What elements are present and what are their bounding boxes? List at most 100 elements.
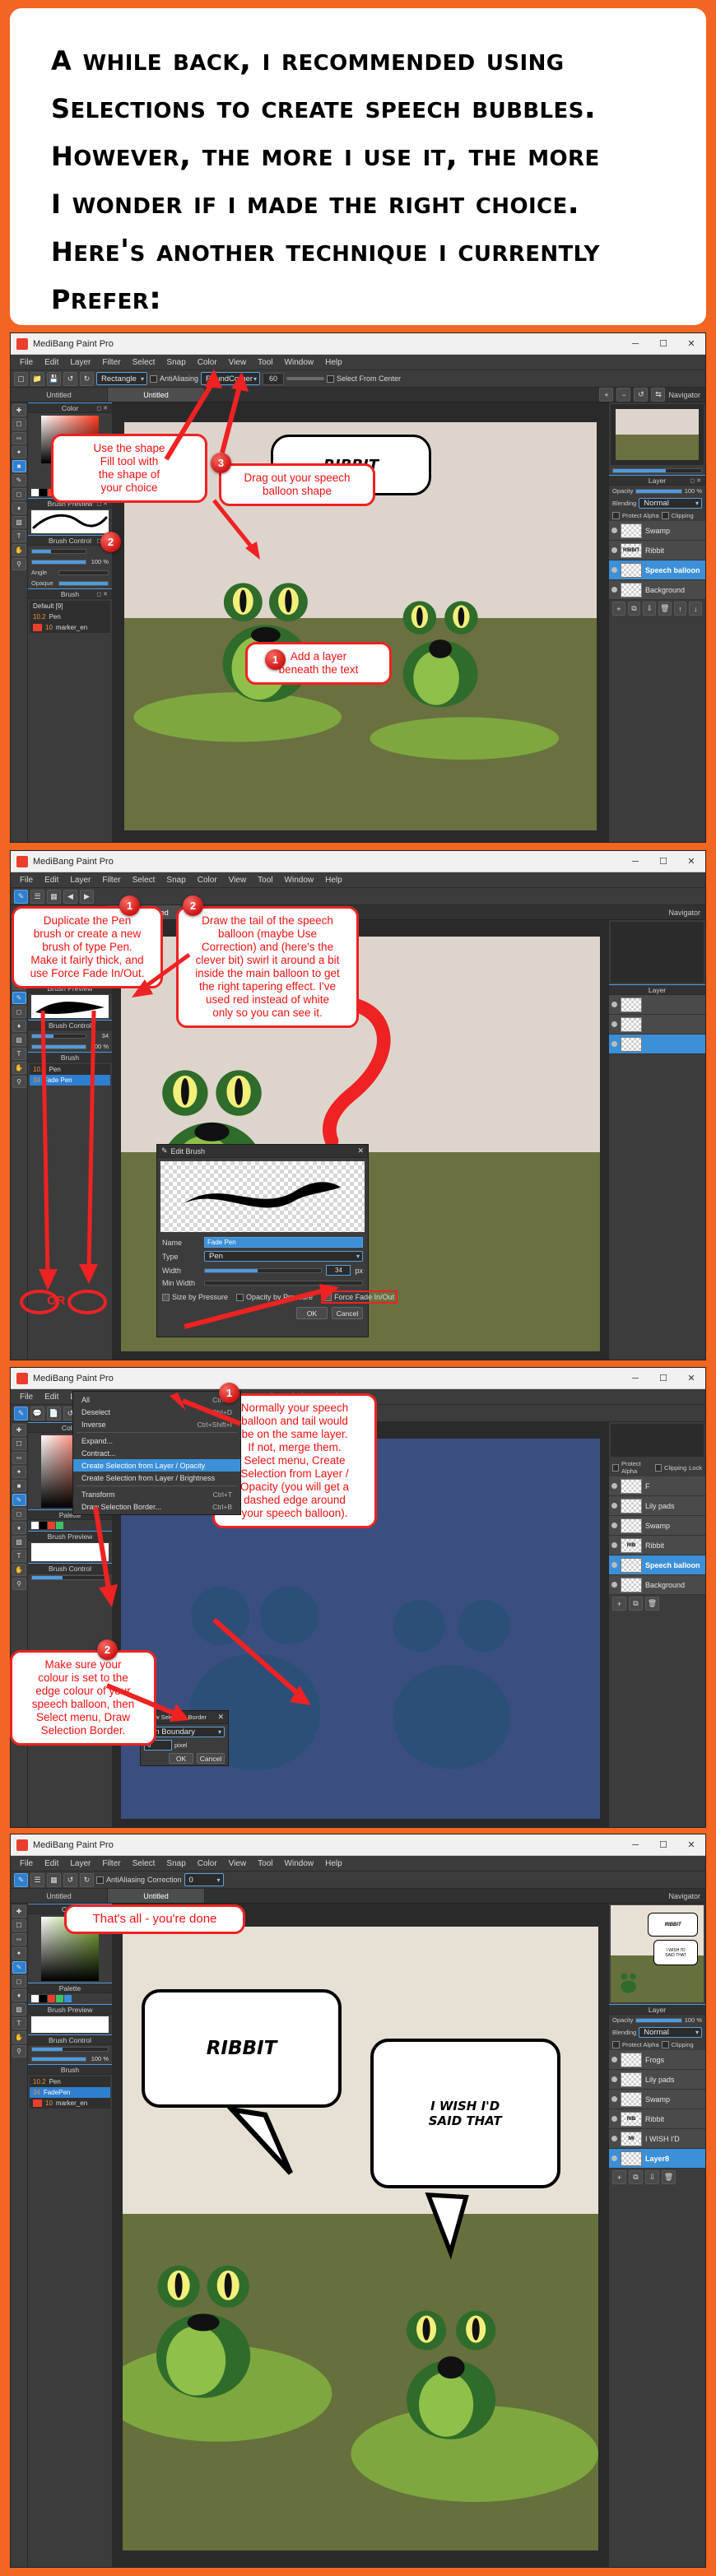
visibility-icon[interactable] (611, 1021, 617, 1027)
undo-icon[interactable]: ↺ (63, 1872, 77, 1887)
layer-row-lily-pads[interactable]: Lily pads (609, 2070, 705, 2090)
eraser-tool-icon[interactable]: ◻ (12, 1006, 26, 1018)
layer-row-swamp[interactable]: Swamp (609, 521, 705, 541)
undo-icon[interactable]: ↺ (63, 371, 77, 386)
menu-item-expand[interactable]: Expand... (73, 1434, 240, 1447)
visibility-icon[interactable] (611, 2076, 617, 2082)
wand-tool-icon[interactable]: ✦ (12, 1947, 26, 1960)
layer-row-layer8[interactable]: Layer8 (609, 2149, 705, 2169)
gradient-tool-icon[interactable]: ▧ (12, 1034, 26, 1046)
opaque-slider[interactable] (58, 580, 109, 586)
visibility-icon[interactable] (611, 1002, 617, 1007)
eyedropper-tool-icon[interactable]: ⚲ (12, 1076, 26, 1088)
brush-item-marker[interactable]: 10 marker_en (30, 2098, 110, 2109)
duplicate-layer-icon[interactable]: ⧉ (627, 602, 641, 616)
maximize-button[interactable]: ☐ (649, 1834, 677, 1856)
blending-select[interactable]: Normal (639, 498, 702, 509)
layer-row[interactable]: F (609, 1476, 705, 1496)
width-value[interactable]: 34 (326, 1265, 351, 1276)
protect-alpha-checkbox[interactable] (612, 512, 620, 519)
add-layer-icon[interactable]: + (612, 1597, 626, 1611)
visibility-icon[interactable] (611, 547, 617, 553)
close-button[interactable]: ✕ (677, 1368, 705, 1389)
lasso-tool-icon[interactable]: ∾ (12, 432, 26, 444)
layer-row-ribbit[interactable]: RIBBIT Ribbit (609, 541, 705, 560)
menu-color[interactable]: Color (192, 1858, 223, 1870)
swatch[interactable] (48, 1995, 55, 2002)
delete-layer-icon[interactable]: 🗑 (662, 2170, 676, 2184)
speech-icon[interactable]: 💬 (30, 1406, 44, 1421)
layer-row[interactable]: Swamp (609, 1516, 705, 1536)
menu-item-draw-selection-border[interactable]: Draw Selection Border... Ctrl+B (73, 1500, 240, 1513)
menu-edit[interactable]: Edit (39, 1391, 64, 1403)
hand-tool-icon[interactable]: ✋ (12, 544, 26, 556)
text-tool-icon[interactable]: T (12, 1550, 26, 1562)
menu-edit[interactable]: Edit (39, 874, 64, 886)
menu-layer[interactable]: Layer (64, 874, 96, 886)
brush-tool-icon[interactable]: ✎ (12, 1961, 26, 1974)
visibility-icon[interactable] (611, 1542, 617, 1548)
grid-icon[interactable]: ▦ (47, 889, 61, 904)
visibility-icon[interactable] (611, 2057, 617, 2062)
hand-tool-icon[interactable]: ✋ (12, 2031, 26, 2044)
visibility-icon[interactable] (611, 2096, 617, 2102)
shape-fill-tool-icon[interactable]: ■ (12, 460, 26, 472)
menu-edit[interactable]: Edit (39, 356, 64, 369)
protect-alpha-checkbox[interactable] (612, 2041, 620, 2048)
visibility-icon[interactable] (611, 2116, 617, 2122)
tab-untitled-2[interactable]: Untitled (108, 388, 205, 402)
gradient-tool-icon[interactable]: ▧ (12, 516, 26, 528)
menu-help[interactable]: Help (319, 356, 348, 369)
menu-file[interactable]: File (14, 1391, 39, 1403)
menu-help[interactable]: Help (319, 874, 348, 886)
edit-brush-dialog[interactable]: ✎ Edit Brush ✕ Name Fade Pen Type Pen Wi… (156, 1144, 398, 1337)
menu-filter[interactable]: Filter (96, 1858, 126, 1870)
menu-view[interactable]: View (223, 1858, 253, 1870)
cancel-button[interactable]: Cancel (197, 1753, 225, 1764)
bucket-tool-icon[interactable]: ♦ (12, 1020, 26, 1032)
zoom-out-icon[interactable]: − (616, 388, 631, 402)
delete-layer-icon[interactable]: 🗑 (645, 1597, 659, 1611)
menu-item-deselect[interactable]: Deselect Ctrl+D (73, 1406, 240, 1418)
menu-filter[interactable]: Filter (96, 356, 126, 369)
pattern-icon[interactable]: ☰ (30, 1872, 44, 1887)
menu-window[interactable]: Window (279, 874, 320, 886)
swatch[interactable] (56, 1522, 63, 1529)
maximize-button[interactable]: ☐ (649, 1368, 677, 1389)
text-tool-icon[interactable]: T (12, 530, 26, 542)
menu-tool[interactable]: Tool (252, 356, 278, 369)
visibility-icon[interactable] (611, 1503, 617, 1509)
select-tool-icon[interactable]: ☐ (12, 1438, 26, 1450)
menu-window[interactable]: Window (279, 1858, 320, 1870)
shape-tool-icon[interactable]: ■ (12, 1480, 26, 1492)
brush-opacity-slider[interactable] (31, 1044, 86, 1049)
brush-item[interactable]: Default [9] (30, 601, 110, 611)
eraser-tool-icon[interactable]: ◻ (12, 1508, 26, 1520)
force-fade-checkbox[interactable]: Force Fade In/Out (321, 1290, 398, 1304)
menu-item-inverse[interactable]: Inverse Ctrl+Shift+I (73, 1418, 240, 1430)
gradient-tool-icon[interactable]: ▧ (12, 1536, 26, 1548)
maximize-button[interactable]: ☐ (649, 851, 677, 872)
visibility-icon[interactable] (611, 1562, 617, 1568)
visibility-icon[interactable] (611, 2136, 617, 2141)
menu-tool[interactable]: Tool (252, 874, 278, 886)
layer-opacity-slider[interactable] (635, 2017, 682, 2023)
brush-size-slider[interactable] (31, 1575, 109, 1580)
menu-layer[interactable]: Layer (64, 356, 96, 369)
menu-snap[interactable]: Snap (160, 874, 191, 886)
close-icon[interactable]: ✕ (217, 1713, 224, 1722)
save-icon[interactable]: 💾 (47, 371, 61, 386)
menu-select[interactable]: Select (127, 356, 161, 369)
brush-size-slider[interactable] (31, 1033, 86, 1039)
menu-view[interactable]: View (223, 874, 253, 886)
select-menu-popup[interactable]: AllCtrl+A Deselect Ctrl+D Inverse Ctrl+Shi… (72, 1391, 241, 1515)
move-tool-icon[interactable]: ✚ (12, 404, 26, 416)
duplicate-layer-icon[interactable]: ⧉ (629, 2170, 643, 2184)
ok-button[interactable]: OK (296, 1307, 328, 1319)
select-from-center-checkbox[interactable]: Select From Center (327, 374, 401, 383)
menu-item-all[interactable]: AllCtrl+A (73, 1393, 240, 1406)
brush-item[interactable]: 10.2 Pen (30, 611, 110, 622)
move-up-icon[interactable]: ↑ (673, 602, 687, 616)
swatch[interactable] (40, 1995, 47, 2002)
palette-swatches-3[interactable] (28, 1520, 112, 1531)
